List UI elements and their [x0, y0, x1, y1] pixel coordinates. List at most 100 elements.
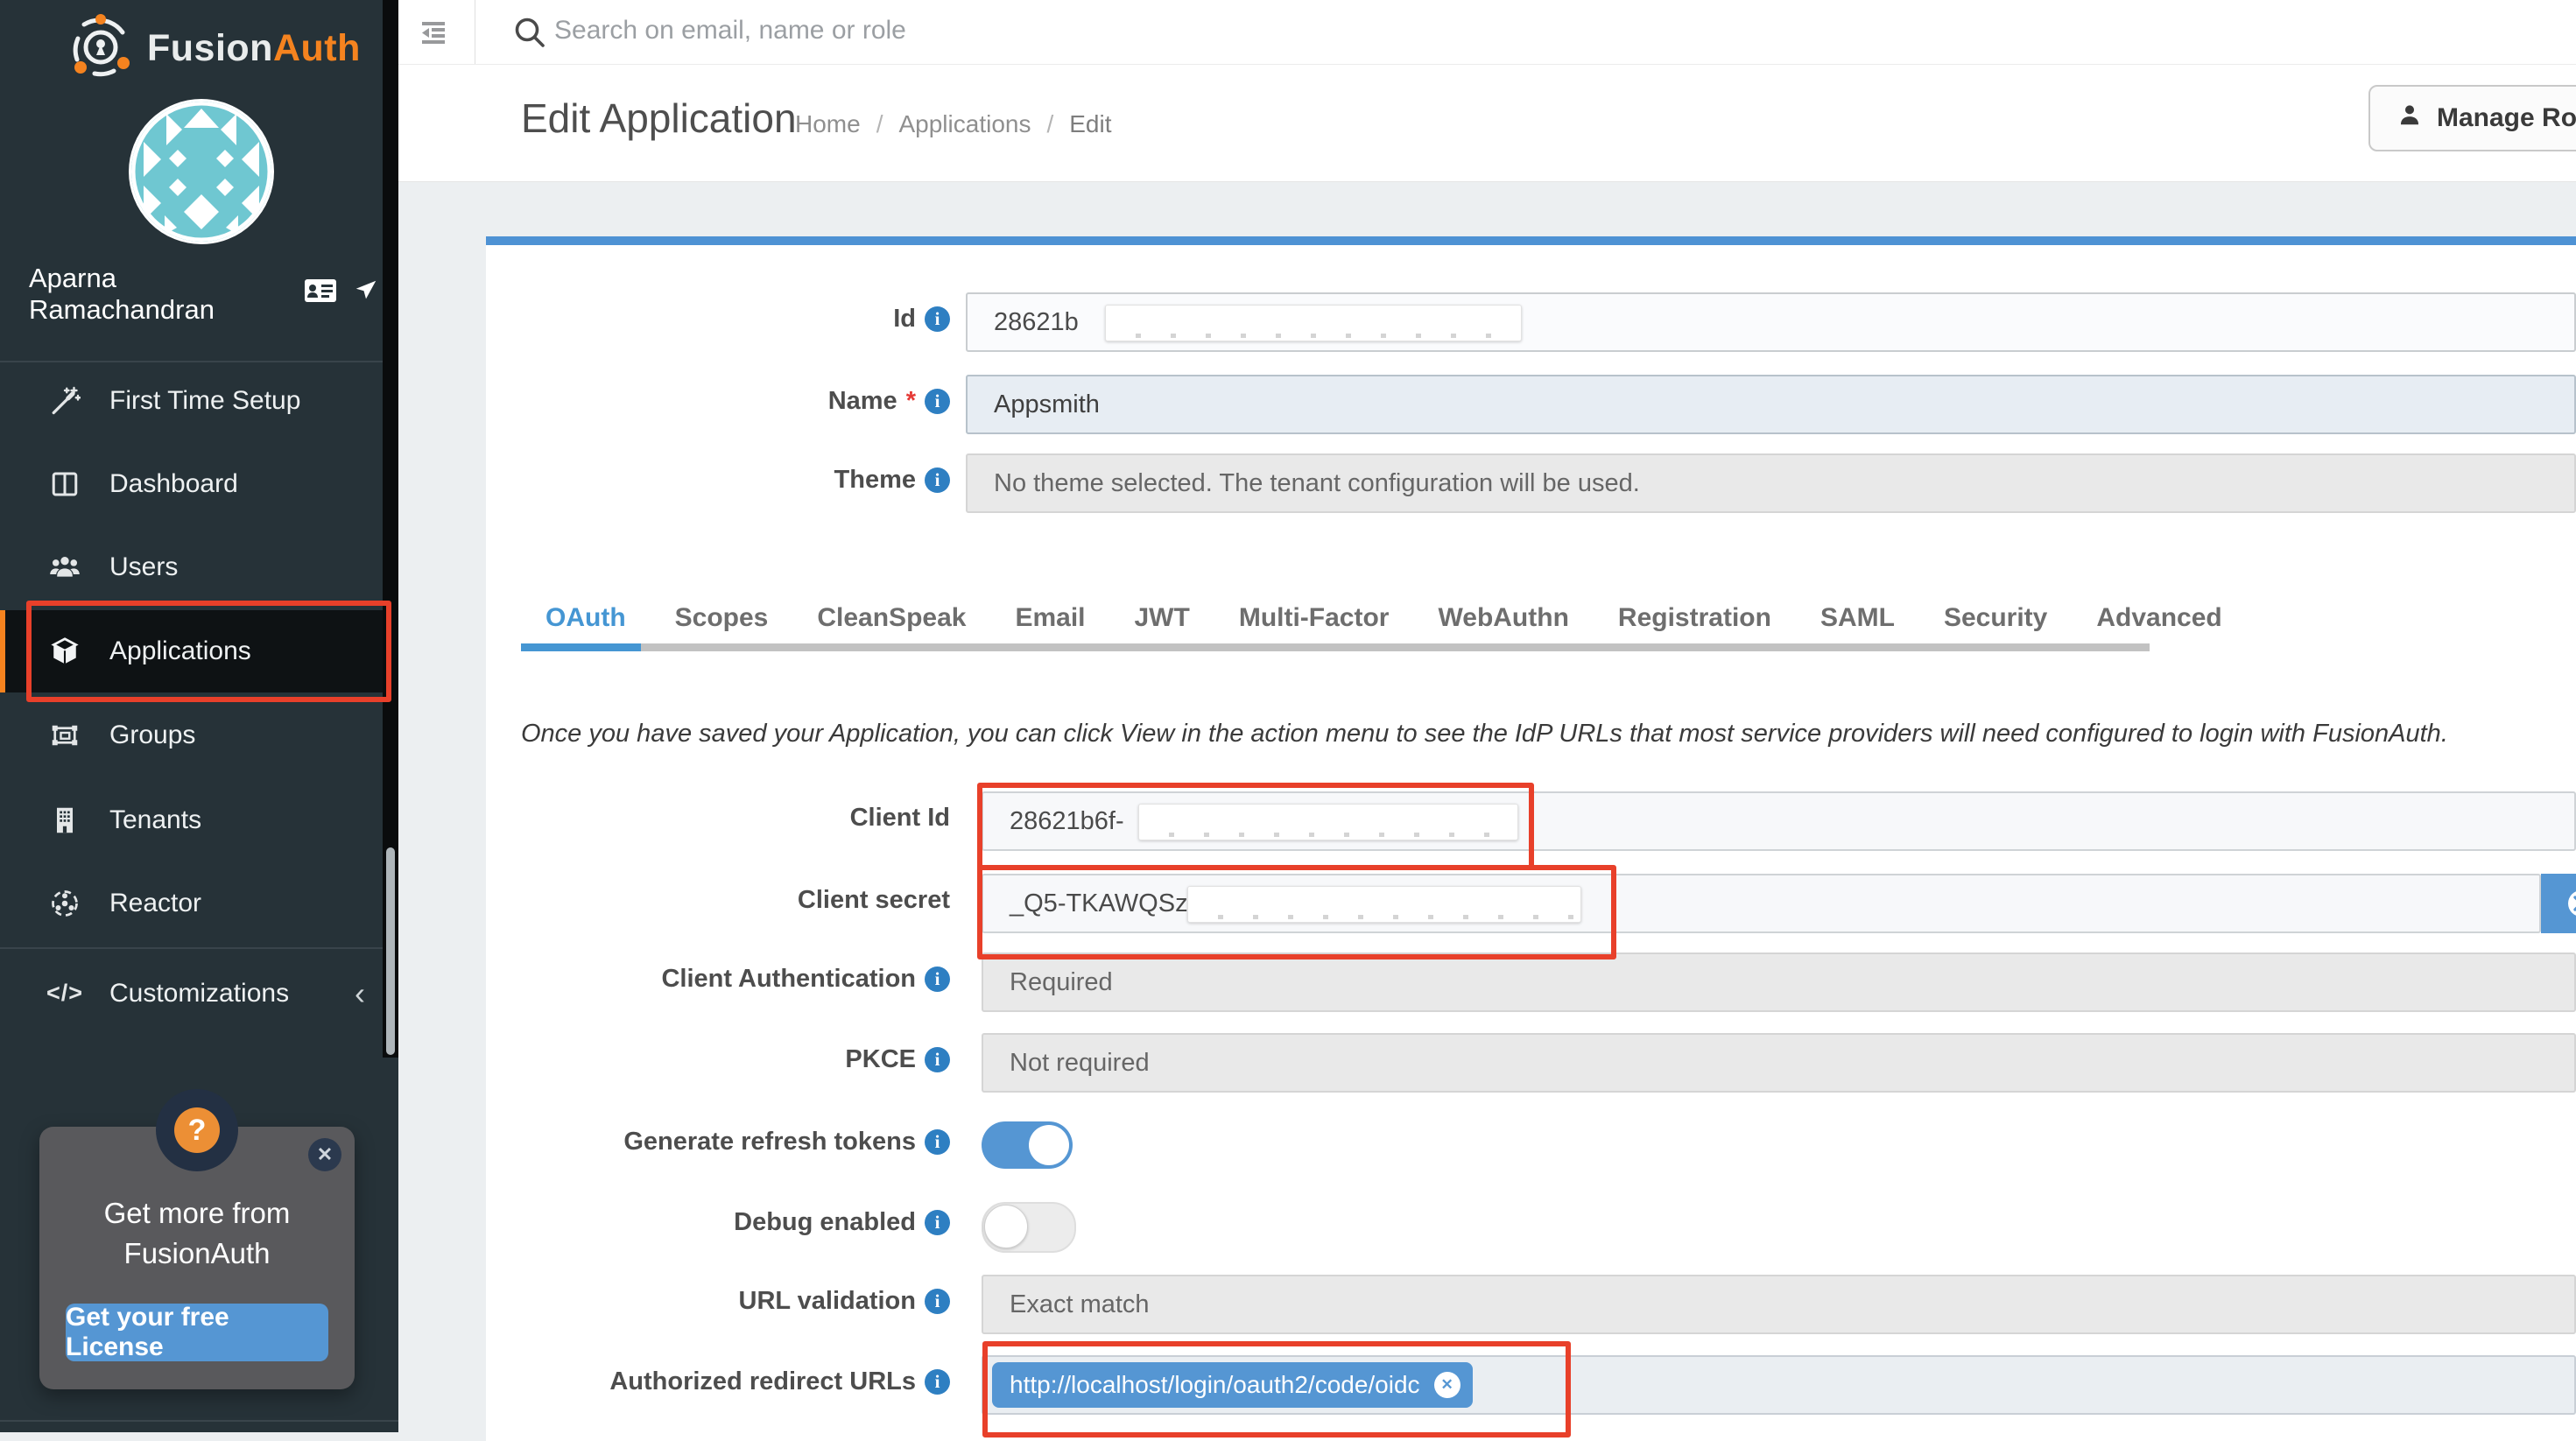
code-icon: </>: [48, 977, 81, 1010]
generate-refresh-tokens-label: Generate refresh tokensi: [460, 1128, 950, 1156]
info-icon[interactable]: i: [925, 1047, 950, 1072]
tab-security[interactable]: Security: [1919, 599, 2072, 637]
sidebar-scrollbar-thumb[interactable]: [386, 847, 395, 1055]
redaction-overlay: [1138, 804, 1518, 840]
active-item-accent: [0, 610, 5, 692]
sidebar-item-label: Users: [109, 552, 178, 582]
authorized-redirect-urls-label: Authorized redirect URLsi: [460, 1367, 950, 1396]
info-icon[interactable]: i: [925, 1369, 950, 1395]
info-icon[interactable]: i: [925, 1129, 950, 1155]
collapse-sidebar-icon[interactable]: [418, 16, 449, 52]
sidebar-item-users[interactable]: Users: [0, 525, 383, 608]
person-icon: [2397, 102, 2423, 135]
manage-roles-button[interactable]: Manage Roles: [2368, 85, 2576, 151]
info-icon[interactable]: i: [925, 1210, 950, 1235]
close-icon: ✕: [317, 1143, 333, 1166]
sidebar-item-groups[interactable]: Groups: [0, 693, 383, 777]
url-validation-select[interactable]: Exact match: [982, 1275, 2576, 1334]
redaction-overlay: [1187, 886, 1581, 923]
breadcrumb-home[interactable]: Home: [795, 110, 861, 138]
page-title: Edit Application: [521, 95, 797, 142]
generate-refresh-tokens-toggle[interactable]: [982, 1121, 1073, 1169]
sidebar-item-reactor[interactable]: Reactor: [0, 861, 383, 945]
regenerate-secret-button[interactable]: [2541, 874, 2576, 933]
redaction-overlay: [1105, 305, 1522, 341]
locale-send-icon[interactable]: [353, 278, 379, 311]
id-label: Idi: [460, 305, 950, 334]
brand-name: FusionAuth: [147, 27, 361, 70]
info-icon[interactable]: i: [925, 1289, 950, 1314]
sidebar-item-label: Reactor: [109, 889, 201, 918]
info-icon[interactable]: i: [925, 389, 950, 414]
brand[interactable]: FusionAuth: [68, 14, 361, 83]
redirect-url-chip[interactable]: http://localhost/login/oauth2/code/oidc …: [992, 1362, 1473, 1408]
tab-webauthn[interactable]: WebAuthn: [1413, 599, 1593, 637]
info-icon[interactable]: i: [925, 467, 950, 493]
sidebar-item-label: First Time Setup: [109, 386, 300, 416]
debug-enabled-toggle[interactable]: [982, 1202, 1076, 1253]
tab-active-underline: [521, 643, 641, 651]
contact-card-icon[interactable]: [304, 278, 337, 311]
tab-saml[interactable]: SAML: [1796, 599, 1919, 637]
search-input[interactable]: Search on email, name or role: [554, 16, 906, 46]
chevron-left-icon: ‹: [355, 985, 365, 1002]
promo-title-line2: FusionAuth: [39, 1234, 355, 1274]
user-avatar[interactable]: [129, 99, 274, 244]
sidebar-item-tenants[interactable]: Tenants: [0, 778, 383, 861]
sidebar-item-label: Customizations: [109, 979, 289, 1009]
debug-enabled-label: Debug enabledi: [460, 1208, 950, 1237]
promo-title-line1: Get more from: [39, 1193, 355, 1234]
breadcrumb: Home / Applications / Edit: [795, 110, 1112, 138]
tab-scopes[interactable]: Scopes: [651, 599, 793, 637]
tab-jwt[interactable]: JWT: [1110, 599, 1214, 637]
tab-email[interactable]: Email: [990, 599, 1109, 637]
reactor-icon: [48, 887, 81, 920]
search-icon[interactable]: [511, 14, 548, 55]
user-name: Aparna Ramachandran: [29, 263, 288, 326]
sidebar-item-label: Groups: [109, 720, 195, 750]
sidebar-item-dashboard[interactable]: Dashboard: [0, 442, 383, 525]
oauth-note: Once you have saved your Application, yo…: [521, 720, 2474, 749]
magic-wand-icon: [48, 384, 81, 418]
breadcrumb-edit: Edit: [1069, 110, 1111, 138]
object-group-icon: [48, 719, 81, 752]
cube-icon: [48, 635, 81, 668]
dashboard-columns-icon: [48, 467, 81, 501]
sidebar: FusionAuth Aparna: [0, 0, 398, 1432]
sidebar-item-label: Applications: [109, 636, 251, 666]
manage-roles-label: Manage Roles: [2437, 103, 2576, 133]
sidebar-item-applications[interactable]: Applications: [0, 610, 383, 692]
fusionauth-logo-icon: [68, 14, 133, 83]
tab-advanced[interactable]: Advanced: [2072, 599, 2246, 637]
users-icon: [48, 551, 81, 584]
sidebar-item-first-time-setup[interactable]: First Time Setup: [0, 359, 383, 442]
tab-cleanspeak[interactable]: CleanSpeak: [792, 599, 990, 637]
remove-chip-icon[interactable]: ✕: [1434, 1372, 1460, 1398]
info-icon[interactable]: i: [925, 306, 950, 332]
pkce-select[interactable]: Not required: [982, 1033, 2576, 1093]
sidebar-divider: [0, 947, 398, 949]
promo-close-button[interactable]: ✕: [308, 1138, 341, 1171]
name-input[interactable]: Appsmith: [966, 375, 2576, 434]
sidebar-item-label: Dashboard: [109, 469, 238, 499]
client-authentication-label: Client Authenticationi: [460, 965, 950, 994]
user-row[interactable]: Aparna Ramachandran: [29, 263, 379, 326]
theme-select[interactable]: No theme selected. The tenant configurat…: [966, 453, 2576, 513]
tab-bar: OAuth Scopes CleanSpeak Email JWT Multi-…: [521, 599, 2247, 637]
breadcrumb-applications[interactable]: Applications: [898, 110, 1031, 138]
sidebar-divider: [0, 1420, 398, 1422]
tab-multi-factor[interactable]: Multi-Factor: [1214, 599, 1414, 637]
theme-label: Themei: [460, 466, 950, 495]
client-authentication-select[interactable]: Required: [982, 952, 2576, 1012]
tab-registration[interactable]: Registration: [1594, 599, 1796, 637]
info-icon[interactable]: i: [925, 967, 950, 992]
question-mark-icon: ?: [174, 1107, 220, 1153]
client-id-label: Client Id: [460, 804, 950, 833]
get-free-license-button[interactable]: Get your free License: [66, 1304, 328, 1361]
help-badge[interactable]: ?: [156, 1089, 238, 1171]
name-label: Name*i: [460, 387, 950, 416]
breadcrumb-separator: /: [876, 110, 883, 138]
tab-oauth[interactable]: OAuth: [521, 599, 651, 637]
sidebar-item-customizations[interactable]: </> Customizations ‹: [0, 952, 383, 1035]
tab-underline-track: [521, 643, 2150, 651]
